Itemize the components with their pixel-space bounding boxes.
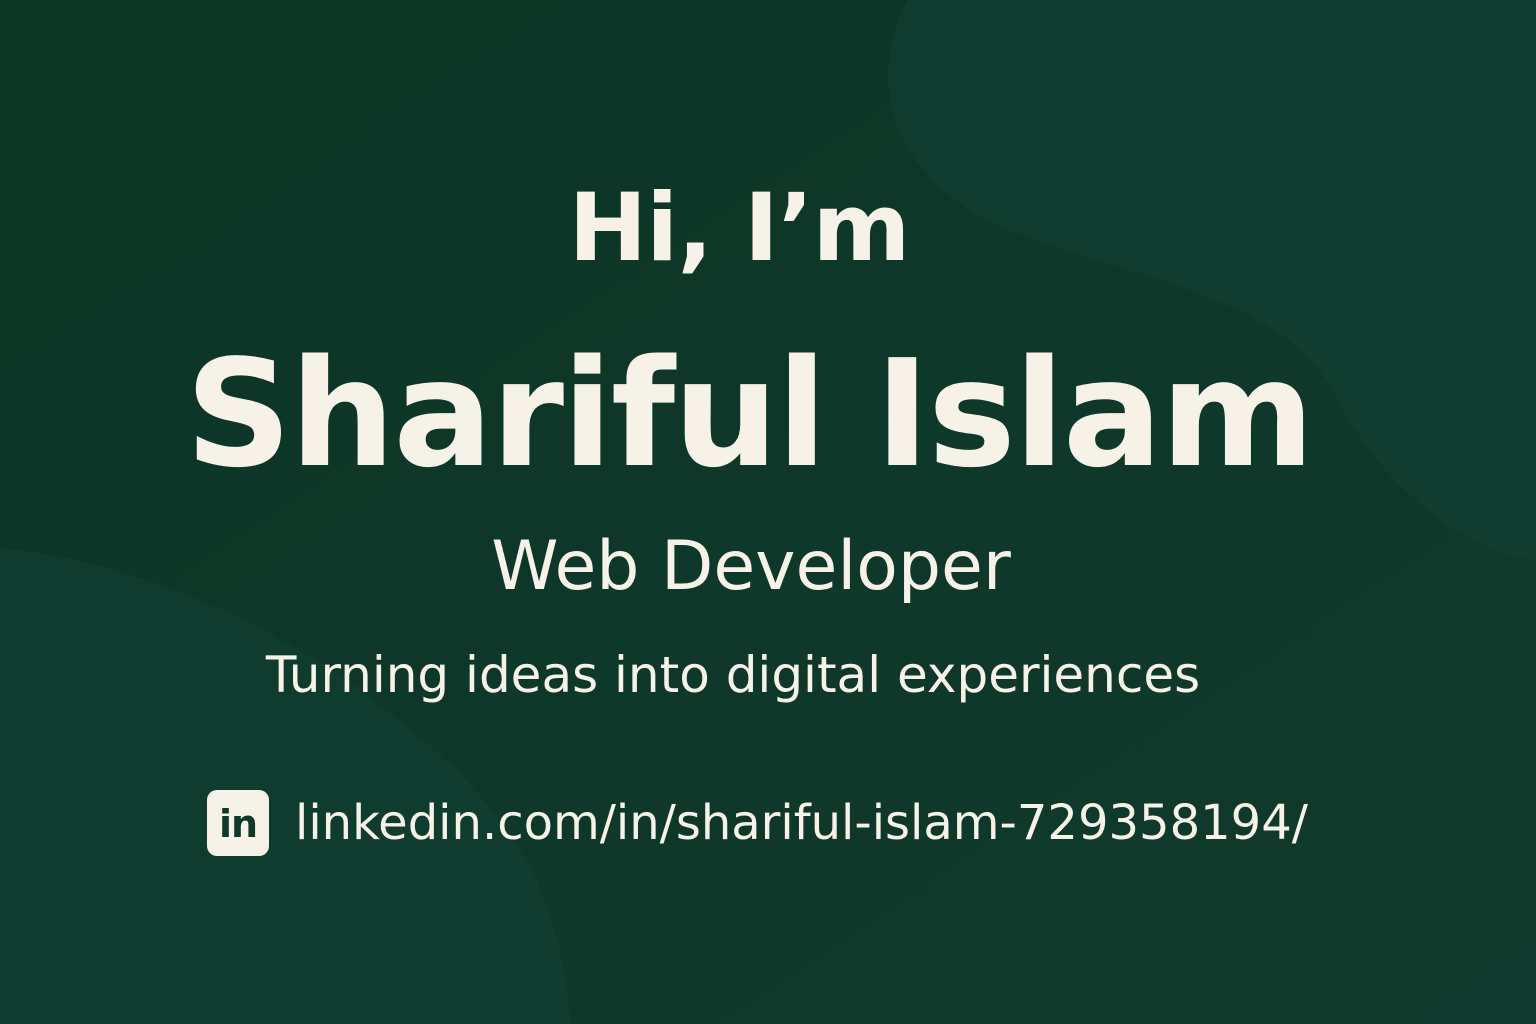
linkedin-icon[interactable]: in xyxy=(207,790,269,856)
linkedin-row[interactable]: in linkedin.com/in/shariful-islam-729358… xyxy=(207,790,1308,856)
greeting-heading: Hi, I’m xyxy=(568,174,911,283)
tagline-text: Turning ideas into digital experiences xyxy=(265,646,1201,704)
linkedin-icon-label: in xyxy=(218,802,258,846)
hero-section: Hi, I’m Shariful Islam Web Developer Tur… xyxy=(0,0,1536,1024)
name-heading: Shariful Islam xyxy=(185,328,1315,500)
linkedin-link[interactable]: linkedin.com/in/shariful-islam-729358194… xyxy=(295,799,1308,847)
role-subheading: Web Developer xyxy=(491,527,1011,606)
